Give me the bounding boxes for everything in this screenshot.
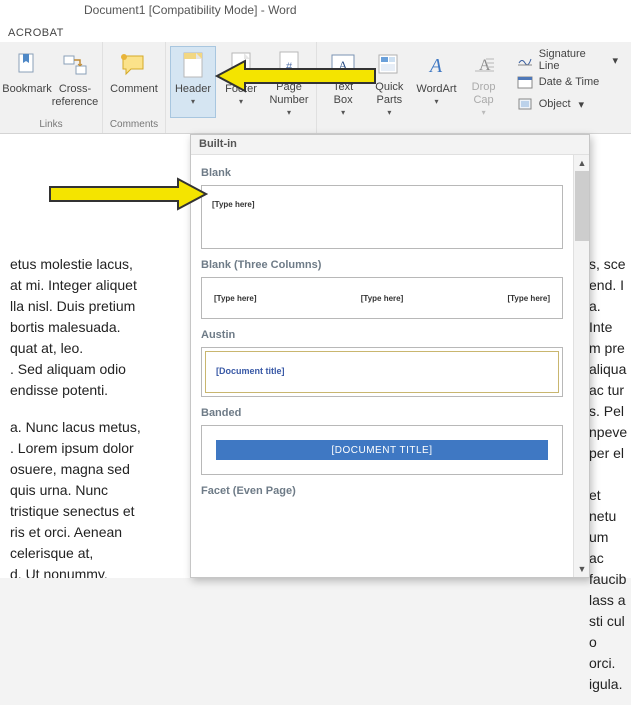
chevron-down-icon: ▾ — [341, 108, 345, 117]
group-header-footer: Header ▾ Footer ▾ # Page Number ▾ — [166, 42, 316, 133]
template-three-columns[interactable]: [Type here] [Type here] [Type here] — [201, 277, 563, 319]
bookmark-button[interactable]: Bookmark — [4, 46, 50, 118]
tab-acrobat[interactable]: ACROBAT — [2, 24, 70, 42]
gallery-heading: Built-in — [191, 135, 589, 155]
chevron-down-icon: ▾ — [387, 108, 391, 117]
gallery-scrollbar[interactable]: ▲ ▼ — [573, 155, 589, 577]
template-banded[interactable]: [DOCUMENT TITLE] — [201, 425, 563, 475]
template-austin[interactable]: [Document title] — [201, 347, 563, 397]
ribbon-tabs: ACROBAT — [0, 20, 631, 42]
svg-text:A: A — [428, 55, 443, 77]
date-time-button[interactable]: Date & Time — [512, 72, 623, 92]
chevron-down-icon: ▾ — [482, 108, 486, 117]
group-links: Bookmark Cross- reference Links — [0, 42, 103, 133]
template-title-facet: Facet (Even Page) — [201, 485, 563, 497]
signature-line-button[interactable]: Signature Line ▾ — [512, 50, 623, 70]
text-box-button[interactable]: A Text Box ▾ — [321, 46, 365, 118]
template-title-blank: Blank — [201, 167, 563, 179]
template-title-3col: Blank (Three Columns) — [201, 259, 563, 271]
drop-cap-button[interactable]: A Drop Cap ▾ — [461, 46, 505, 118]
footer-button[interactable]: Footer ▾ — [218, 46, 264, 118]
cross-reference-icon — [59, 49, 91, 81]
template-title-banded: Banded — [201, 407, 563, 419]
quick-parts-icon — [373, 49, 405, 79]
page-number-button[interactable]: # Page Number ▾ — [266, 46, 312, 118]
text-box-icon: A — [327, 49, 359, 79]
template-blank[interactable]: [Type here] — [201, 185, 563, 249]
scroll-up-icon[interactable]: ▲ — [574, 155, 590, 171]
bookmark-icon — [11, 49, 43, 81]
chevron-down-icon: ▾ — [191, 97, 195, 106]
gallery-body: Blank [Type here] Blank (Three Columns) … — [191, 155, 573, 577]
comment-icon — [118, 49, 150, 81]
page-number-icon: # — [273, 49, 305, 79]
chevron-down-icon: ▾ — [287, 108, 291, 117]
scroll-thumb[interactable] — [575, 171, 589, 241]
header-gallery-dropdown[interactable]: Built-in Blank [Type here] Blank (Three … — [190, 134, 590, 578]
svg-text:A: A — [339, 58, 348, 72]
template-title-austin: Austin — [201, 329, 563, 341]
scroll-down-icon[interactable]: ▼ — [574, 561, 590, 577]
header-button[interactable]: Header ▾ — [170, 46, 216, 118]
group-comments: Comment Comments — [103, 42, 166, 133]
chevron-down-icon: ▾ — [612, 54, 618, 67]
drop-cap-icon: A — [468, 49, 500, 79]
svg-text:#: # — [286, 61, 293, 73]
cross-reference-button[interactable]: Cross- reference — [52, 46, 98, 118]
ribbon: Bookmark Cross- reference Links Comment … — [0, 42, 631, 134]
object-button[interactable]: Object ▾ — [512, 94, 623, 114]
wordart-icon: A — [420, 49, 452, 81]
group-text: A Text Box ▾ Quick Parts ▾ A WordArt ▾ A… — [316, 42, 631, 133]
signature-icon — [517, 52, 533, 68]
document-text-left[interactable]: etus molestie lacus, at mi. Integer aliq… — [0, 134, 190, 578]
footer-icon — [225, 49, 257, 81]
chevron-down-icon: ▾ — [434, 97, 438, 106]
header-icon — [177, 49, 209, 81]
chevron-down-icon: ▾ — [579, 98, 585, 111]
chevron-down-icon: ▾ — [239, 97, 243, 106]
comment-button[interactable]: Comment — [107, 46, 161, 118]
title-bar: Document1 [Compatibility Mode] - Word — [0, 0, 631, 20]
date-time-icon — [517, 74, 533, 90]
document-text-right[interactable]: s, sce end. I a. Inte m pre aliqua ac tu… — [585, 134, 631, 705]
wordart-button[interactable]: A WordArt ▾ — [413, 46, 459, 118]
window-title: Document1 [Compatibility Mode] - Word — [84, 3, 297, 17]
object-icon — [517, 96, 533, 112]
quick-parts-button[interactable]: Quick Parts ▾ — [367, 46, 411, 118]
